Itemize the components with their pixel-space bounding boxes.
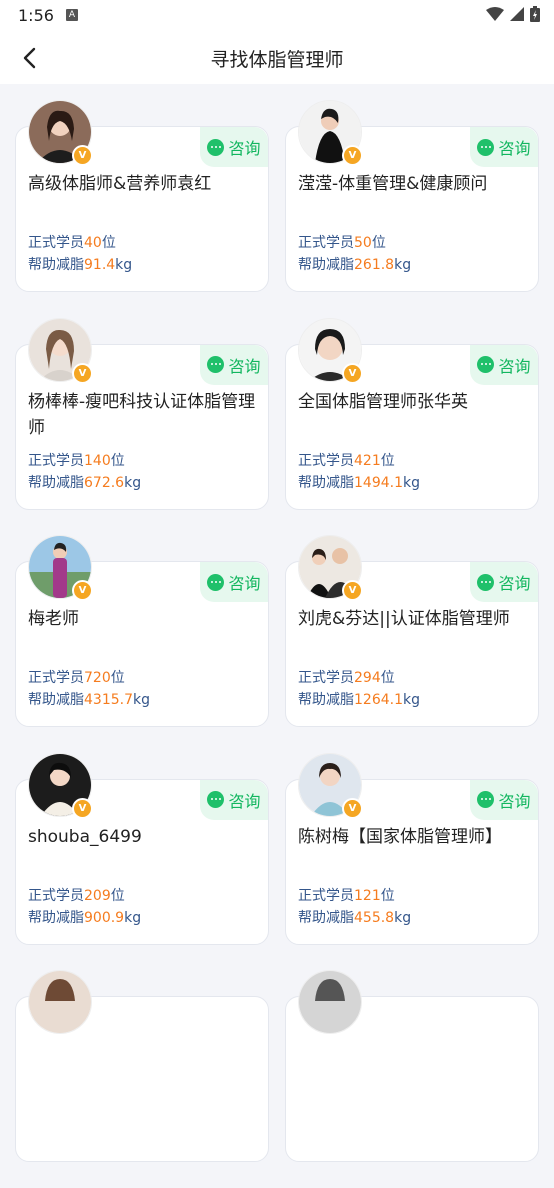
chat-bubble-icon: [207, 573, 225, 591]
chat-bubble-icon: [207, 138, 225, 156]
coach-card[interactable]: 咨询 刘虎&芬达||认证体脂管理师 正式学员294位 帮助减脂1264.1kg …: [285, 535, 539, 753]
signal-icon: [510, 7, 524, 21]
fat-loss-stat: 帮助减脂672.6kg: [28, 474, 142, 491]
verified-badge-icon: V: [342, 362, 363, 384]
coach-card[interactable]: 咨询 shouba_6499 正式学员209位 帮助减脂900.9kg V: [15, 752, 269, 971]
fat-loss-stat: 帮助减脂261.8kg: [298, 257, 412, 273]
consult-button[interactable]: 咨询: [200, 562, 268, 602]
students-stat: 正式学员294位: [298, 670, 395, 686]
coach-card[interactable]: [285, 970, 539, 1188]
consult-button[interactable]: 咨询: [470, 127, 538, 167]
consult-label: 咨询: [498, 791, 531, 811]
consult-label: 咨询: [498, 139, 531, 158]
students-stat: 正式学员720位: [28, 670, 125, 686]
students-stat: 正式学员121位: [298, 887, 395, 904]
consult-button[interactable]: 咨询: [470, 344, 538, 385]
fat-loss-stat: 帮助减脂455.8kg: [298, 909, 412, 926]
consult-button[interactable]: 咨询: [200, 127, 268, 167]
students-stat: 正式学员140位: [28, 452, 125, 469]
verified-badge-icon: V: [72, 145, 93, 166]
consult-button[interactable]: 咨询: [200, 344, 268, 385]
page-title: 寻找体脂管理师: [210, 49, 344, 71]
chat-bubble-icon: [477, 356, 495, 373]
consult-button[interactable]: 咨询: [200, 779, 268, 820]
coach-name: 高级体脂师&营养师袁红: [28, 174, 212, 194]
status-time: 1:56: [18, 6, 54, 25]
coach-name: 陈树梅【国家体脂管理师】: [298, 826, 502, 847]
coach-grid: 咨询 高级体脂师&营养师袁红 正式学员40位 帮助减脂91.4kg V 咨询 滢…: [15, 100, 539, 1188]
chat-bubble-icon: [477, 573, 495, 591]
fat-loss-stat: 帮助减脂1264.1kg: [298, 692, 420, 708]
chat-bubble-icon: [207, 791, 225, 808]
students-stat: 正式学员40位: [28, 235, 116, 251]
students-stat: 正式学员50位: [298, 235, 386, 251]
verified-badge-icon: V: [342, 580, 363, 601]
consult-label: 咨询: [498, 574, 531, 593]
status-bar: 1:56 A: [0, 0, 554, 32]
battery-icon: [530, 6, 540, 22]
fat-loss-stat: 帮助减脂900.9kg: [28, 909, 142, 926]
coach-name: 滢滢-体重管理&健康顾问: [298, 174, 488, 194]
chat-bubble-icon: [477, 791, 495, 808]
coach-card[interactable]: 咨询 滢滢-体重管理&健康顾问 正式学员50位 帮助减脂261.8kg V: [285, 100, 539, 318]
verified-badge-icon: V: [72, 580, 93, 601]
coach-name: 刘虎&芬达||认证体脂管理师: [298, 609, 510, 629]
coach-name: shouba_6499: [28, 826, 142, 847]
verified-badge-icon: V: [72, 362, 93, 384]
coach-card[interactable]: 咨询 全国体脂管理师张华英 正式学员421位 帮助减脂1494.1kg V: [285, 317, 539, 536]
consult-button[interactable]: 咨询: [470, 562, 538, 602]
consult-label: 咨询: [498, 356, 531, 376]
coach-name: 杨棒棒-瘦吧科技认证体脂管理师: [28, 391, 256, 438]
fat-loss-stat: 帮助减脂4315.7kg: [28, 692, 150, 708]
coach-name: 梅老师: [28, 609, 79, 629]
fat-loss-stat: 帮助减脂91.4kg: [28, 257, 133, 273]
navigation-bar: 寻找体脂管理师: [0, 32, 554, 84]
coach-card[interactable]: 咨询 高级体脂师&营养师袁红 正式学员40位 帮助减脂91.4kg V: [15, 100, 269, 318]
avatar[interactable]: [298, 970, 362, 1034]
consult-label: 咨询: [228, 574, 261, 593]
consult-label: 咨询: [228, 356, 261, 376]
notification-app-icon: A: [66, 9, 78, 21]
verified-badge-icon: V: [342, 145, 363, 166]
consult-button[interactable]: 咨询: [470, 779, 538, 820]
coach-card[interactable]: [15, 970, 269, 1188]
avatar[interactable]: [28, 970, 92, 1034]
consult-label: 咨询: [228, 791, 261, 811]
status-icons: [486, 6, 540, 22]
consult-label: 咨询: [228, 139, 261, 158]
coach-name: 全国体脂管理师张华英: [298, 391, 468, 412]
wifi-icon: [486, 7, 504, 21]
chat-bubble-icon: [477, 138, 495, 156]
verified-badge-icon: V: [72, 797, 93, 819]
fat-loss-stat: 帮助减脂1494.1kg: [298, 474, 420, 491]
coach-card[interactable]: 咨询 陈树梅【国家体脂管理师】 正式学员121位 帮助减脂455.8kg V: [285, 752, 539, 971]
verified-badge-icon: V: [342, 797, 363, 819]
coach-card[interactable]: 咨询 梅老师 正式学员720位 帮助减脂4315.7kg V: [15, 535, 269, 753]
chat-bubble-icon: [207, 356, 225, 373]
coach-card[interactable]: 咨询 杨棒棒-瘦吧科技认证体脂管理师 正式学员140位 帮助减脂672.6kg …: [15, 317, 269, 536]
students-stat: 正式学员421位: [298, 452, 395, 469]
students-stat: 正式学员209位: [28, 887, 125, 904]
